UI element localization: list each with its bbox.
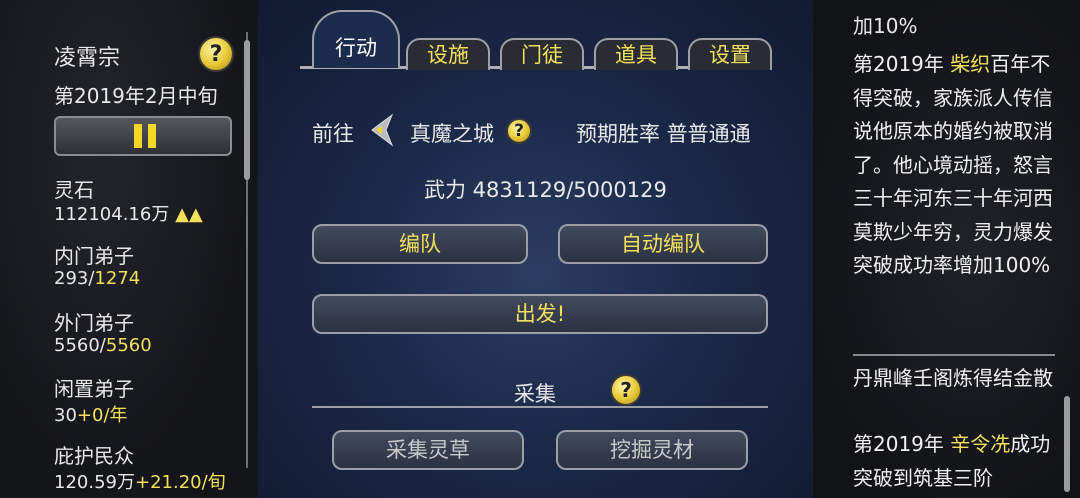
increase-arrows-icon: ▲▲: [175, 204, 203, 225]
sidebar-scrollbar-thumb[interactable]: [244, 40, 250, 180]
tab-items[interactable]: 道具: [594, 38, 678, 70]
power-label: 武力 4831129/5000129: [424, 178, 667, 202]
log-entry-tail: 加10%: [853, 14, 918, 38]
mine-ore-button[interactable]: 挖掘灵材: [556, 430, 748, 470]
depart-button[interactable]: 出发!: [312, 294, 768, 334]
stat-label-idle-disciples: 闲置弟子: [54, 377, 134, 401]
gather-divider: [312, 406, 768, 408]
destination-selector-icon[interactable]: [366, 113, 396, 147]
auto-team-button[interactable]: 自动编队: [558, 224, 768, 264]
pause-button[interactable]: [54, 116, 232, 156]
destination-name[interactable]: 真魔之城: [410, 118, 494, 148]
pause-icon-bar-right: [148, 124, 156, 148]
log-entry: 第2019年 辛令冼成功突破到筑基三阶: [853, 432, 1051, 490]
stat-value-protected-people: 120.59万+21.20/旬: [54, 472, 226, 493]
log-scrollbar-thumb[interactable]: [1064, 396, 1070, 492]
tab-facilities[interactable]: 设施: [406, 38, 490, 70]
tab-action[interactable]: 行动: [312, 10, 400, 68]
stat-value-idle-disciples: 30+0/年: [54, 405, 128, 426]
gather-herb-button[interactable]: 采集灵草: [332, 430, 524, 470]
log-character-name: 柴织: [950, 52, 991, 76]
goto-label: 前往: [312, 122, 354, 146]
win-rate-label: 预期胜率 普普通通: [576, 122, 751, 146]
sect-help-button[interactable]: ?: [198, 36, 234, 72]
gather-title: 采集: [514, 382, 556, 406]
log-entry: 丹鼎峰壬阁炼得结金散: [853, 366, 1053, 390]
stat-label-outer-disciples: 外门弟子: [54, 311, 134, 335]
gather-help-button[interactable]: ?: [610, 374, 642, 406]
tab-settings[interactable]: 设置: [688, 38, 772, 70]
log-character-name: 辛令冼: [950, 432, 1011, 456]
pause-icon-bar-left: [134, 124, 142, 148]
destination-help-button[interactable]: ?: [506, 118, 532, 144]
log-divider: [853, 354, 1055, 356]
stat-value-spirit-stone: 112104.16万 ▲▲: [54, 204, 203, 225]
stat-value-inner-disciples: 293/1274: [54, 268, 141, 289]
team-button[interactable]: 编队: [312, 224, 528, 264]
stat-label-inner-disciples: 内门弟子: [54, 244, 134, 268]
stat-label-spirit-stone: 灵石: [54, 178, 94, 202]
tab-disciples[interactable]: 门徒: [500, 38, 584, 70]
sect-name: 凌霄宗: [54, 46, 121, 71]
log-entry: 第2019年 柴织百年不得突破，家族派人传信说他原本的婚约被取消了。他心境动摇，…: [853, 52, 1053, 277]
stat-label-protected-people: 庇护民众: [54, 444, 134, 468]
game-date: 第2019年2月中旬: [54, 84, 218, 108]
stat-value-outer-disciples: 5560/5560: [54, 335, 152, 356]
